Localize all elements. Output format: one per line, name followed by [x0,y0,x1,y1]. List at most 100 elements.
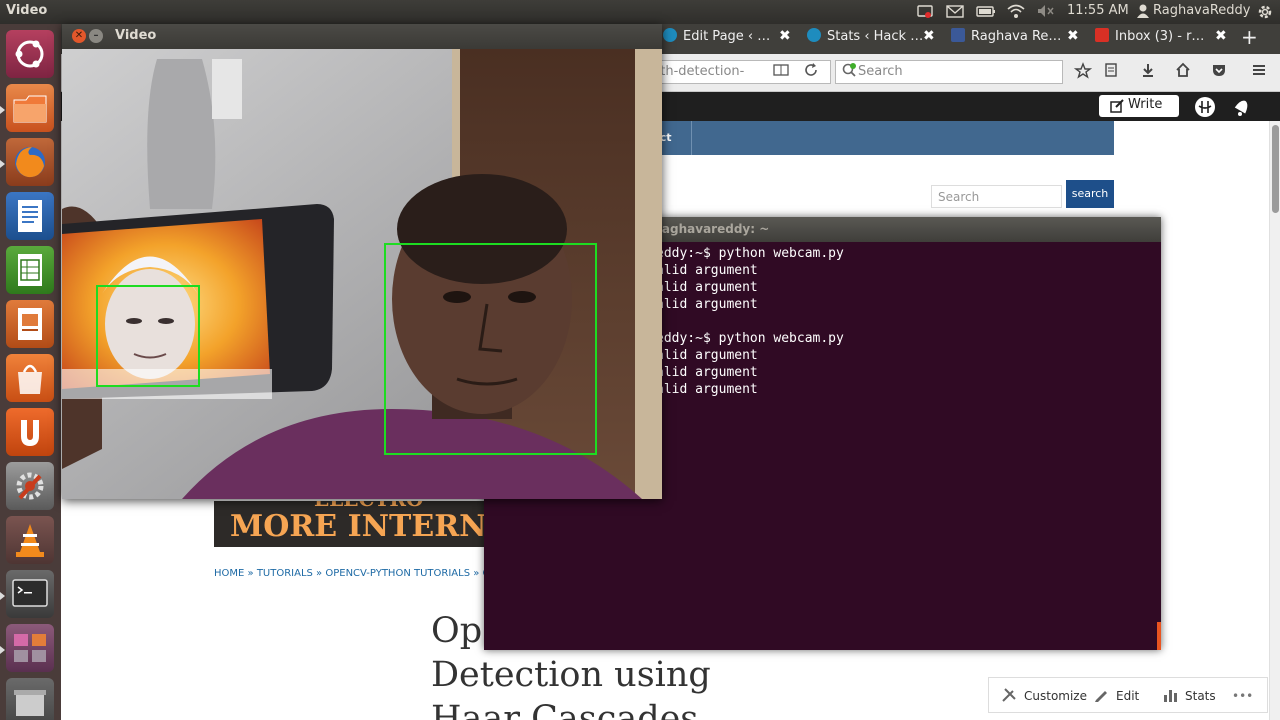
clock[interactable]: 11:55 AM [1067,3,1129,21]
home-icon[interactable] [1173,62,1193,82]
page-scrollbar[interactable] [1269,121,1280,720]
face-detection-box [96,285,200,387]
site-banner: ELECTRO MORE INTERN [214,501,514,547]
webcam-frame [62,49,662,499]
site-search-input[interactable]: Search [931,185,1062,208]
software-center-icon[interactable] [6,354,54,402]
files-icon[interactable] [6,84,54,132]
firefox-icon[interactable] [6,138,54,186]
running-indicator [0,106,5,114]
edit-link[interactable]: Edit [1116,689,1139,703]
writer-icon[interactable] [6,192,54,240]
downloads-icon[interactable] [1138,62,1158,82]
tab-inbox[interactable]: Inbox (3) - r… ✖ [1095,28,1235,54]
nav-divider [691,121,692,155]
calc-icon[interactable] [6,246,54,294]
terminal-line: alid argument [656,348,758,363]
terminal-line: eddy:~$ python webcam.py [656,246,844,261]
notifications-bell-icon[interactable] [1231,96,1253,122]
write-button[interactable]: Write [1099,95,1179,117]
title-line: Haar Cascades [431,699,699,720]
breadcrumb[interactable]: HOME » TUTORIALS » OPENCV-PYTHON TUTORIA… [214,568,496,579]
vlc-icon[interactable] [6,516,54,564]
impress-icon[interactable] [6,300,54,348]
wordpress-icon [807,28,821,42]
close-tab-icon[interactable]: ✖ [779,28,791,44]
terminal-line: alid argument [656,365,758,380]
pocket-icon[interactable] [1209,62,1229,82]
trash-icon[interactable] [6,678,54,720]
menu-hamburger-icon[interactable] [1249,62,1269,82]
close-tab-icon[interactable]: ✖ [1067,28,1079,44]
close-tab-icon[interactable]: ✖ [1215,28,1227,44]
close-window-icon[interactable]: ✕ [72,29,86,43]
video-title-bar[interactable]: ✕ – Video [62,24,662,49]
url-text: uth-detection- [652,64,745,79]
stats-bars-icon [1162,687,1178,706]
edit-pencil-icon [1093,687,1109,706]
ubuntu-dash-icon[interactable] [6,30,54,78]
tab-label: Edit Page ‹ … [683,29,771,44]
floating-admin-toolbar: Customize Edit Stats ••• [988,677,1268,713]
terminal-line: alid argument [656,263,758,278]
tab-edit-page[interactable]: Edit Page ‹ … ✖ [663,28,803,54]
search-input[interactable]: Search [835,60,1063,84]
wordpress-icon [663,28,677,42]
title-line: Detection using [431,655,711,695]
customize-link[interactable]: Customize [1024,689,1087,703]
system-settings-icon[interactable] [6,462,54,510]
workspaces-icon[interactable] [6,624,54,672]
tab-label: Inbox (3) - r… [1115,29,1205,44]
scrollbar-thumb[interactable] [1272,125,1279,213]
terminal-line: alid argument [656,297,758,312]
tab-label: Raghava Re… [971,29,1062,44]
battery-icon[interactable] [976,3,996,21]
running-indicator [0,160,5,168]
banner-text: MORE INTERN [230,509,487,544]
site-search-placeholder: Search [938,190,980,204]
terminal-icon[interactable] [6,570,54,618]
tab-stats[interactable]: Stats ‹ Hack … ✖ [807,28,947,54]
customize-icon [1001,687,1017,706]
stats-link[interactable]: Stats [1185,689,1216,703]
gmail-icon [1095,28,1109,42]
close-tab-icon[interactable]: ✖ [923,28,935,44]
terminal-line: eddy:~$ python webcam.py [656,331,844,346]
terminal-line: alid argument [656,280,758,295]
ubuntu-one-icon[interactable] [6,408,54,456]
record-icon[interactable] [916,3,934,21]
bookmarks-menu-icon[interactable] [1101,62,1121,82]
settings-gear-icon[interactable] [1256,3,1274,21]
pencil-icon [1109,98,1125,118]
mail-icon[interactable] [946,3,964,21]
terminal-title: raghavareddy: ~ [656,222,770,236]
reader-icon[interactable] [1194,96,1216,122]
tab-label: Stats ‹ Hack … [827,29,924,44]
volume-mute-icon[interactable] [1036,3,1056,21]
site-search-button[interactable]: search [1066,180,1114,208]
search-placeholder: Search [858,64,903,79]
wifi-icon[interactable] [1006,3,1026,21]
running-indicator [0,592,5,600]
terminal-line: alid argument [656,382,758,397]
reader-view-icon[interactable] [771,62,791,82]
video-window[interactable]: ✕ – Video [62,24,662,499]
video-window-title: Video [115,28,157,43]
face-detection-box [384,243,597,455]
active-window-title: Video [6,3,48,18]
desktop: Video 11:55 AM RaghavaReddy Edit Page ‹ … [0,0,1280,720]
tab-facebook[interactable]: Raghava Re… ✖ [951,28,1091,54]
user-icon [1136,3,1150,21]
more-options-icon[interactable]: ••• [1232,689,1253,703]
reload-icon[interactable] [801,62,821,82]
search-engine-icon[interactable] [839,62,859,82]
minimize-window-icon[interactable]: – [89,29,103,43]
bookmark-star-icon[interactable] [1073,62,1093,82]
terminal-scroll-indicator[interactable] [1157,622,1161,650]
user-name[interactable]: RaghavaReddy [1153,3,1250,21]
new-tab-button[interactable]: + [1241,25,1258,51]
top-panel: Video 11:55 AM RaghavaReddy [0,0,1280,24]
facebook-icon [951,28,965,42]
launcher [0,24,61,720]
running-indicator [0,646,5,654]
